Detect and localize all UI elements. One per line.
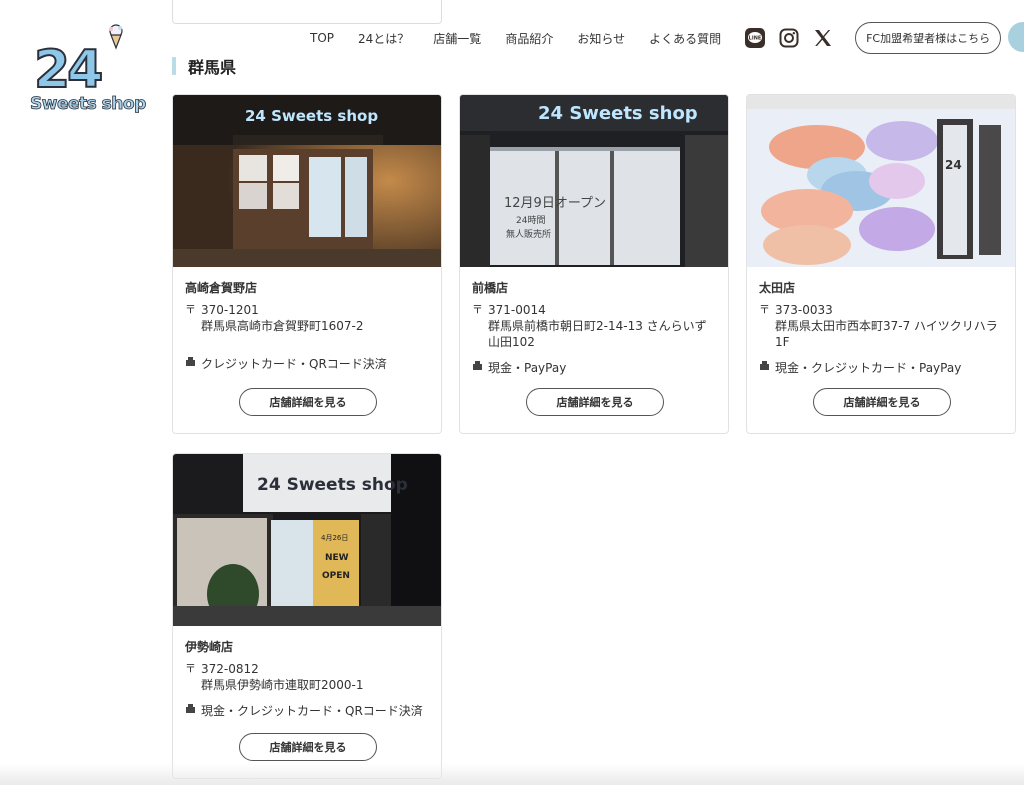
nav-stores[interactable]: 店舗一覧 [433, 30, 481, 47]
store-photo-ota: 24 [747, 95, 1015, 267]
instagram-link[interactable] [779, 28, 799, 48]
page: 24 Sweets shop TOP 24とは？ 店舗一覧 商品紹介 お知らせ … [0, 0, 1024, 785]
store-card-maebashi: 24 Sweets shop 12月9日オープン 24時間 無人販売所 前橋店 … [459, 94, 729, 434]
store-card-takasaki: 24 Sweets shop 高崎倉賀野店 〒 370-1201 群馬県高崎市倉… [172, 94, 442, 434]
store-card-ota: 24 太田店 〒 373-0033 群馬県太田市西本町37-7 ハイツクリハラ1… [746, 94, 1016, 434]
maebashi-window-text-1: 12月9日オープン [504, 196, 606, 211]
isesaki-sign-text: 24 Sweets shop [257, 475, 408, 495]
store-postal: 373-0033 [775, 303, 833, 317]
section-title: 群馬県 [188, 58, 237, 77]
payment-icon [759, 360, 775, 376]
store-detail-button[interactable]: 店舗詳細を見る [239, 388, 377, 416]
store-address: 群馬県太田市西本町37-7 ハイツクリハラ1F [775, 319, 998, 349]
line-icon: LINE [745, 28, 766, 48]
ice-cream-logo-icon [109, 24, 123, 50]
store-name: 前橋店 [472, 281, 509, 295]
store-photo-isesaki: 24 Sweets shop 4月26日 NEW OPEN [173, 454, 441, 626]
nav-faq[interactable]: よくある質問 [649, 30, 721, 47]
previous-card-remnant [172, 0, 442, 24]
store-payment: 現金・PayPay [488, 361, 567, 375]
x-link[interactable] [813, 28, 833, 48]
store-postal: 370-1201 [201, 303, 259, 317]
maebashi-window-text-3: 無人販売所 [506, 228, 551, 240]
store-address: 群馬県伊勢崎市連取町2000-1 [201, 678, 364, 692]
payment-icon [185, 703, 201, 719]
store-detail-button[interactable]: 店舗詳細を見る [813, 388, 951, 416]
maebashi-sign-text: 24 Sweets shop [538, 103, 698, 124]
nav-news[interactable]: お知らせ [577, 30, 625, 47]
logo-text: Sweets shop [30, 94, 147, 115]
bottom-fade [0, 763, 1024, 785]
site-logo[interactable]: 24 Sweets shop [30, 22, 147, 118]
store-address: 群馬県高崎市倉賀野町1607-2 [201, 319, 364, 333]
isesaki-window-text-3: OPEN [322, 571, 350, 581]
top-nav: TOP 24とは？ 店舗一覧 商品紹介 お知らせ よくある質問 LINE FC加… [310, 22, 1002, 54]
store-postal: 372-0812 [201, 662, 259, 676]
maebashi-window-text-2: 24時間 [516, 215, 545, 226]
isesaki-window-text-1: 4月26日 [321, 534, 348, 542]
postal-icon: 〒 [472, 303, 483, 316]
takasaki-sign-text: 24 Sweets shop [245, 107, 378, 125]
store-address: 群馬県前橋市朝日町2-14-13 さんらいず山田102 [488, 319, 707, 349]
line-icon-label: LINE [749, 36, 762, 42]
instagram-icon [779, 28, 799, 48]
postal-icon: 〒 [185, 303, 196, 316]
store-detail-button[interactable]: 店舗詳細を見る [239, 733, 377, 761]
store-name: 太田店 [759, 281, 796, 295]
store-payment: 現金・クレジットカード・PayPay [775, 361, 962, 375]
section-accent-bar [172, 57, 176, 75]
store-photo-takasaki: 24 Sweets shop [173, 95, 441, 267]
store-postal: 371-0014 [488, 303, 546, 317]
section-heading: 群馬県 [172, 55, 236, 77]
payment-icon [185, 356, 201, 372]
nav-products[interactable]: 商品紹介 [505, 30, 553, 47]
logo-number: 24 [33, 40, 104, 100]
ota-sign-text: 24 [945, 158, 962, 172]
x-icon [815, 30, 832, 46]
postal-icon: 〒 [759, 303, 770, 316]
store-name: 伊勢崎店 [185, 640, 234, 654]
store-payment: クレジットカード・QRコード決済 [201, 357, 387, 371]
store-name: 高崎倉賀野店 [185, 281, 258, 295]
line-link[interactable]: LINE [745, 28, 766, 48]
store-detail-button[interactable]: 店舗詳細を見る [526, 388, 664, 416]
postal-icon: 〒 [185, 662, 196, 675]
store-payment: 現金・クレジットカード・QRコード決済 [201, 704, 423, 718]
isesaki-window-text-2: NEW [325, 553, 349, 563]
nav-top[interactable]: TOP [310, 31, 334, 45]
menu-toggle-button[interactable] [1008, 22, 1024, 52]
nav-about[interactable]: 24とは？ [358, 30, 409, 47]
store-photo-maebashi: 24 Sweets shop 12月9日オープン 24時間 無人販売所 [460, 95, 728, 267]
payment-icon [472, 360, 488, 376]
store-card-isesaki: 24 Sweets shop 4月26日 NEW OPEN 伊勢崎店 〒 372… [172, 453, 442, 779]
fc-recruit-button[interactable]: FC加盟希望者様はこちら [855, 22, 1002, 54]
